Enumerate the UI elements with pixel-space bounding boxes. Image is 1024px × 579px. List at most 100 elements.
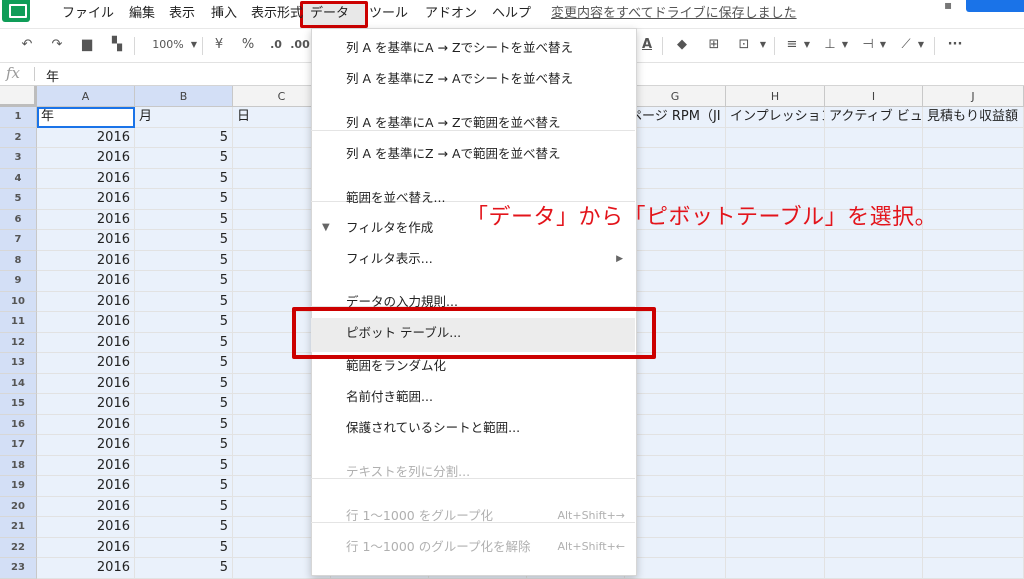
text-wrap-icon[interactable]: ⊣ [858,35,878,55]
borders-icon[interactable]: ⊞ [704,35,724,55]
cell-g17[interactable] [625,435,726,456]
cell-j4[interactable] [923,168,1024,189]
column-header-b[interactable]: B [135,86,233,107]
cell-h8[interactable] [726,250,825,271]
cell-i15[interactable] [825,394,923,415]
cell-i9[interactable] [825,271,923,292]
cell-g4[interactable] [625,168,726,189]
merge-chevron-icon[interactable]: ▼ [758,35,768,55]
row-header[interactable]: 23 [0,558,37,579]
cell-a18[interactable]: 2016 [37,455,135,476]
horizontal-align-icon[interactable]: ≡ [782,35,802,55]
cell-i21[interactable] [825,517,923,538]
cell-h13[interactable] [726,353,825,374]
cell-g18[interactable] [625,455,726,476]
row-header[interactable]: 10 [0,291,37,312]
cell-b16[interactable]: 5 [135,414,233,435]
cell-i4[interactable] [825,168,923,189]
pivot-table-item[interactable]: ピボット テーブル... [311,318,635,348]
row-header[interactable]: 15 [0,394,37,415]
row-header[interactable]: 6 [0,209,37,230]
menu-help[interactable]: ヘルプ [492,4,531,24]
cell-j11[interactable] [923,312,1024,333]
cell-i19[interactable] [825,476,923,497]
cell-h22[interactable] [726,537,825,558]
randomize-range-item[interactable]: 範囲をランダム化 [311,351,635,381]
cell-j1[interactable]: 見積もり収益額 [923,107,1024,128]
cell-h16[interactable] [726,414,825,435]
cell-i7[interactable] [825,230,923,251]
halign-chevron-icon[interactable]: ▼ [802,35,812,55]
cell-h17[interactable] [726,435,825,456]
cell-j21[interactable] [923,517,1024,538]
row-header[interactable]: 19 [0,476,37,497]
filter-views-item[interactable]: フィルタ表示... ▶ [311,244,635,274]
cell-a7[interactable]: 2016 [37,230,135,251]
cell-a23[interactable]: 2016 [37,558,135,579]
cell-a15[interactable]: 2016 [37,394,135,415]
valign-chevron-icon[interactable]: ▼ [840,35,850,55]
cell-b19[interactable]: 5 [135,476,233,497]
cell-h10[interactable] [726,291,825,312]
cell-a19[interactable]: 2016 [37,476,135,497]
select-all-corner[interactable] [0,86,37,107]
row-header[interactable]: 22 [0,537,37,558]
cell-j3[interactable] [923,148,1024,169]
merge-cells-icon[interactable]: ⊡ [732,35,756,55]
sort-sheet-z-a-item[interactable]: 列 A を基準にZ → Aでシートを並べ替え [311,64,635,94]
cell-i2[interactable] [825,127,923,148]
cell-j14[interactable] [923,373,1024,394]
row-header[interactable]: 5 [0,189,37,210]
cell-i12[interactable] [825,332,923,353]
menu-addons[interactable]: アドオン [425,4,477,24]
cell-a21[interactable]: 2016 [37,517,135,538]
row-header[interactable]: 3 [0,148,37,169]
cell-g19[interactable] [625,476,726,497]
cell-g16[interactable] [625,414,726,435]
cell-b12[interactable]: 5 [135,332,233,353]
cell-b10[interactable]: 5 [135,291,233,312]
vertical-align-icon[interactable]: ⊥ [820,35,840,55]
cell-g3[interactable] [625,148,726,169]
cell-b21[interactable]: 5 [135,517,233,538]
print-icon[interactable]: ▆ [76,35,98,55]
row-header[interactable]: 16 [0,414,37,435]
cell-b5[interactable]: 5 [135,189,233,210]
cell-g7[interactable] [625,230,726,251]
cell-g21[interactable] [625,517,726,538]
cell-b13[interactable]: 5 [135,353,233,374]
cell-h20[interactable] [726,496,825,517]
column-header-h[interactable]: H [726,86,825,107]
sort-sheet-a-z-item[interactable]: 列 A を基準にA → Zでシートを並べ替え [311,33,635,63]
cell-g23[interactable] [625,558,726,579]
cell-j5[interactable] [923,189,1024,210]
cell-h9[interactable] [726,271,825,292]
share-button[interactable] [966,0,1024,12]
cell-g9[interactable] [625,271,726,292]
cell-b7[interactable]: 5 [135,230,233,251]
protected-sheets-item[interactable]: 保護されているシートと範囲... [311,413,635,443]
cell-b20[interactable]: 5 [135,496,233,517]
cell-i17[interactable] [825,435,923,456]
cell-i14[interactable] [825,373,923,394]
menu-insert[interactable]: 挿入 [211,4,237,24]
text-color-icon[interactable]: A [638,35,656,55]
row-header[interactable]: 11 [0,312,37,333]
cell-h12[interactable] [726,332,825,353]
redo-icon[interactable]: ↷ [46,35,68,55]
cell-h19[interactable] [726,476,825,497]
column-header-g[interactable]: G [625,86,726,107]
cell-a8[interactable]: 2016 [37,250,135,271]
cell-a3[interactable]: 2016 [37,148,135,169]
cell-b6[interactable]: 5 [135,209,233,230]
cell-g22[interactable] [625,537,726,558]
column-header-i[interactable]: I [825,86,923,107]
cell-j2[interactable] [923,127,1024,148]
cell-a12[interactable]: 2016 [37,332,135,353]
cell-h2[interactable] [726,127,825,148]
cell-h4[interactable] [726,168,825,189]
cell-h14[interactable] [726,373,825,394]
menu-edit[interactable]: 編集 [129,4,155,24]
cell-b23[interactable]: 5 [135,558,233,579]
cell-j16[interactable] [923,414,1024,435]
